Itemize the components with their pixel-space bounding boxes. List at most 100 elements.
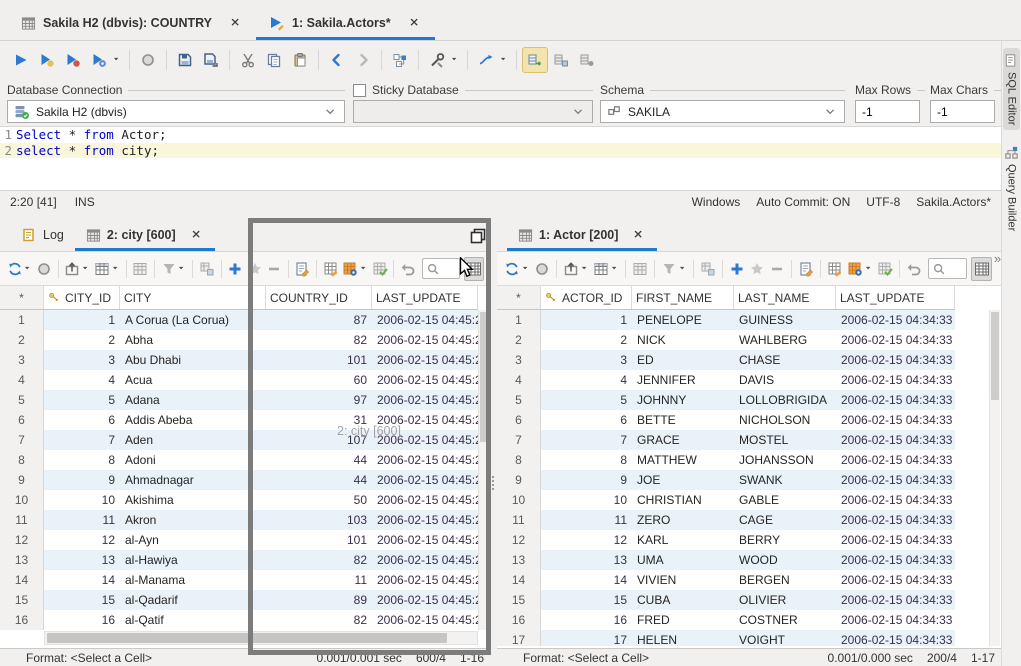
table-row[interactable]: 99Ahmadnagar442006-02-15 04:45:25 [0, 470, 478, 490]
cell[interactable]: al-Hawiya [120, 550, 266, 570]
grid-big-button[interactable] [464, 257, 484, 281]
cell[interactable]: VOIGHT [734, 630, 836, 646]
cell[interactable]: WAHLBERG [734, 330, 836, 350]
cell[interactable]: 4 [44, 370, 120, 390]
table-row[interactable]: 1010CHRISTIANGABLE2006-02-15 04:34:33 [497, 490, 955, 510]
cell[interactable]: 2006-02-15 04:45:25 [372, 590, 478, 610]
grid-check-button[interactable] [875, 257, 895, 281]
row-number[interactable]: 10 [497, 490, 541, 510]
schema-select[interactable]: SAKILA [600, 100, 845, 123]
export-button[interactable] [561, 257, 581, 281]
result-tab[interactable]: 1: Actor [200] [507, 219, 657, 251]
cell[interactable]: 9 [541, 470, 632, 490]
scrollbar-thumb[interactable] [480, 312, 489, 442]
export-button[interactable] [63, 257, 82, 281]
cell[interactable]: LOLLOBRIGIDA [734, 390, 836, 410]
cut-button[interactable] [235, 47, 261, 73]
table-row[interactable]: 1010Akishima502006-02-15 04:45:25 [0, 490, 478, 510]
cell[interactable]: ED [632, 350, 734, 370]
row-number[interactable]: 3 [497, 350, 541, 370]
cell[interactable]: 2006-02-15 04:34:33 [836, 630, 955, 646]
caret-button[interactable] [450, 47, 462, 73]
scrollbar-thumb[interactable] [991, 312, 999, 400]
cell[interactable]: 9 [44, 470, 120, 490]
cell[interactable]: MATTHEW [632, 450, 734, 470]
cell[interactable]: 2006-02-15 04:34:33 [836, 450, 955, 470]
cell[interactable]: 3 [44, 350, 120, 370]
table-button[interactable] [92, 257, 111, 281]
sticky-database-checkbox[interactable] [353, 84, 366, 97]
table-row[interactable]: 88MATTHEWJOHANSSON2006-02-15 04:34:33 [497, 450, 955, 470]
cell[interactable]: 2006-02-15 04:45:25 [372, 430, 478, 450]
cell[interactable]: 2006-02-15 04:45:25 [372, 550, 478, 570]
cell[interactable]: 50 [266, 490, 372, 510]
grid-check-button[interactable] [370, 257, 389, 281]
row-number[interactable]: 12 [0, 530, 44, 550]
cell[interactable]: 2006-02-15 04:34:33 [836, 470, 955, 490]
cell[interactable]: 103 [266, 510, 372, 530]
cell[interactable]: PENELOPE [632, 310, 734, 330]
row-number[interactable]: 6 [0, 410, 44, 430]
cell[interactable]: 8 [44, 450, 120, 470]
cell[interactable]: Addis Abeba [120, 410, 266, 430]
column-header[interactable]: CITY [120, 286, 266, 309]
cell[interactable]: Abha [120, 330, 266, 350]
cell[interactable]: 2006-02-15 04:34:33 [836, 610, 955, 630]
table-row[interactable]: 77Aden1072006-02-15 04:45:25 [0, 430, 478, 450]
cell[interactable]: al-Qadarif [120, 590, 266, 610]
table-row[interactable]: 1616FREDCOSTNER2006-02-15 04:34:33 [497, 610, 955, 630]
close-icon[interactable] [408, 16, 422, 30]
table-row[interactable]: 1212al-Ayn1012006-02-15 04:45:25 [0, 530, 478, 550]
cell[interactable]: Aden [120, 430, 266, 450]
grid-edit-button[interactable] [825, 257, 845, 281]
cell[interactable]: 11 [541, 510, 632, 530]
caret-button[interactable] [112, 47, 124, 73]
row-number[interactable]: 17 [497, 630, 541, 646]
db-export-button[interactable] [574, 47, 600, 73]
cell[interactable]: 82 [266, 550, 372, 570]
column-header[interactable]: ACTOR_ID [541, 286, 632, 309]
table-row[interactable]: 88Adoni442006-02-15 04:45:25 [0, 450, 478, 470]
redirect-button[interactable] [473, 47, 499, 73]
cell[interactable]: GABLE [734, 490, 836, 510]
table-row[interactable]: 11A Corua (La Corua)872006-02-15 04:45:2… [0, 310, 478, 330]
cell[interactable]: 4 [541, 370, 632, 390]
back-button[interactable] [324, 47, 350, 73]
table-row[interactable]: 1111Akron1032006-02-15 04:45:25 [0, 510, 478, 530]
row-number[interactable]: 1 [0, 310, 44, 330]
cell[interactable]: 2006-02-15 04:45:25 [372, 370, 478, 390]
cell[interactable]: 13 [541, 550, 632, 570]
table-row[interactable]: 1414VIVIENBERGEN2006-02-15 04:34:33 [497, 570, 955, 590]
cell[interactable]: Acua [120, 370, 266, 390]
dock-tab-sql-editor[interactable]: SQL Editor [1003, 48, 1020, 130]
row-number[interactable]: 12 [497, 530, 541, 550]
forward-button[interactable] [350, 47, 376, 73]
cell[interactable]: COSTNER [734, 610, 836, 630]
cell[interactable]: WOOD [734, 550, 836, 570]
cell[interactable]: SWANK [734, 470, 836, 490]
table-row[interactable]: 33Abu Dhabi1012006-02-15 04:45:25 [0, 350, 478, 370]
cell[interactable]: Akron [120, 510, 266, 530]
row-number[interactable]: 7 [497, 430, 541, 450]
close-icon[interactable] [632, 228, 646, 242]
calc-button[interactable] [630, 257, 650, 281]
table-row[interactable]: 77GRACEMOSTEL2006-02-15 04:34:33 [497, 430, 955, 450]
cell[interactable]: BERRY [734, 530, 836, 550]
cell[interactable]: 101 [266, 530, 372, 550]
grid-search-input[interactable] [422, 258, 460, 279]
cell[interactable]: 14 [541, 570, 632, 590]
cell[interactable]: 2006-02-15 04:34:33 [836, 510, 955, 530]
horizontal-scrollbar[interactable] [44, 631, 478, 645]
row-number[interactable]: 9 [497, 470, 541, 490]
row-number[interactable]: 5 [497, 390, 541, 410]
row-number[interactable]: 7 [0, 430, 44, 450]
cell[interactable]: 2006-02-15 04:45:25 [372, 570, 478, 590]
run-button[interactable] [8, 47, 34, 73]
save-grid-button[interactable] [197, 257, 216, 281]
undo-button[interactable] [904, 257, 924, 281]
cell[interactable]: NICK [632, 330, 734, 350]
save-button[interactable] [172, 47, 198, 73]
cell[interactable]: 17 [541, 630, 632, 646]
database-connection-select[interactable]: Sakila H2 (dbvis) [7, 100, 345, 123]
cell[interactable]: 5 [541, 390, 632, 410]
